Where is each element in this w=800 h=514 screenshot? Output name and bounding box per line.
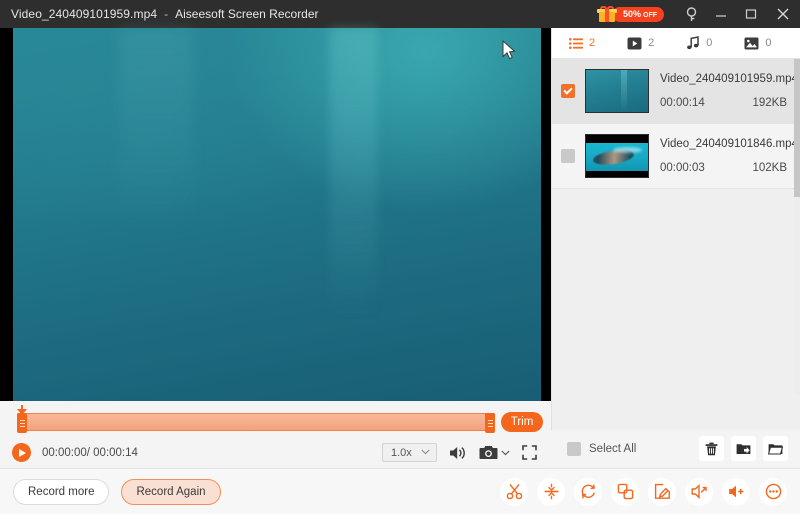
trim-button[interactable]: Trim xyxy=(501,412,543,432)
key-icon[interactable] xyxy=(676,0,706,28)
video-icon xyxy=(627,37,642,50)
tab-image-files[interactable]: 0 xyxy=(739,28,776,59)
bottom-toolbar: Record more Record Again xyxy=(0,468,800,514)
tool-shortcuts xyxy=(500,477,787,506)
export-button[interactable] xyxy=(731,436,756,461)
volume-boost-tool-button[interactable] xyxy=(722,477,750,506)
list-scrollbar[interactable] xyxy=(794,59,800,395)
tab-audio-files-count: 0 xyxy=(706,37,713,49)
ellipsis-icon xyxy=(765,483,782,500)
playback-bar: 00:00:00/ 00:00:14 1.0x xyxy=(0,437,551,468)
media-list-panel: 2 2 0 0 Video_240409101959.mp4 00:00:14 … xyxy=(551,28,800,430)
discount-off-label: OFF xyxy=(643,11,657,19)
compress-icon xyxy=(543,483,560,500)
playback-speed-value: 1.0x xyxy=(391,446,412,459)
media-file-list[interactable]: Video_240409101959.mp4 00:00:14 192KB Vi… xyxy=(552,59,800,395)
app-name: Aiseesoft Screen Recorder xyxy=(175,7,319,21)
list-item[interactable]: Video_240409101846.mp4 00:00:03 102KB xyxy=(552,124,800,189)
mouse-cursor xyxy=(502,40,518,62)
scissors-icon xyxy=(506,483,523,500)
tab-video-files[interactable]: 2 xyxy=(622,28,659,59)
snapshot-button[interactable] xyxy=(479,445,510,460)
list-actions xyxy=(699,436,788,461)
tab-audio-files[interactable]: 0 xyxy=(681,28,717,59)
trim-handle-end[interactable] xyxy=(485,413,495,433)
playback-controls: 1.0x xyxy=(382,443,537,462)
pencil-square-icon xyxy=(654,483,671,500)
select-all-checkbox[interactable] xyxy=(567,441,581,456)
discount-badge: 50% OFF xyxy=(611,6,664,22)
item-meta: Video_240409101959.mp4 00:00:14 192KB xyxy=(660,73,800,109)
title-bar: Video_240409101959.mp4 - Aiseesoft Scree… xyxy=(0,0,800,28)
scrollbar-thumb[interactable] xyxy=(794,59,800,197)
item-duration: 00:00:14 xyxy=(660,97,705,109)
volume-plus-icon xyxy=(728,483,745,500)
camera-icon xyxy=(479,445,498,460)
fullscreen-button[interactable] xyxy=(522,445,537,460)
record-more-button[interactable]: Record more xyxy=(13,478,110,505)
audio-extract-tool-button[interactable] xyxy=(685,477,713,506)
playback-speed-select[interactable]: 1.0x xyxy=(382,443,437,462)
item-file-name: Video_240409101959.mp4 xyxy=(660,73,798,85)
trim-handle-start[interactable] xyxy=(17,413,27,433)
merge-tool-button[interactable] xyxy=(611,477,639,506)
select-all-bar: Select All xyxy=(551,430,800,467)
volume-button[interactable] xyxy=(449,445,467,461)
item-thumbnail xyxy=(585,69,649,113)
tab-all-files-count: 2 xyxy=(589,37,596,49)
merge-icon xyxy=(617,483,634,500)
audio-out-icon xyxy=(691,483,708,500)
underwater-light-1 xyxy=(329,28,378,319)
window-file-name: Video_240409101959.mp4 xyxy=(11,7,158,21)
trim-track[interactable] xyxy=(17,413,495,433)
tab-all-files[interactable]: 2 xyxy=(564,28,600,59)
item-checkbox[interactable] xyxy=(561,84,575,98)
window-controls: 50% OFF xyxy=(596,0,800,28)
item-checkbox[interactable] xyxy=(561,149,575,163)
list-icon xyxy=(569,37,583,49)
chevron-down-icon xyxy=(421,449,430,455)
video-canvas[interactable] xyxy=(13,28,541,401)
item-thumbnail xyxy=(585,134,649,178)
item-meta: Video_240409101846.mp4 00:00:03 102KB xyxy=(660,138,800,174)
timeline-playhead[interactable] xyxy=(15,405,29,415)
promo-banner[interactable]: 50% OFF xyxy=(596,5,664,23)
chevron-down-icon xyxy=(501,450,510,456)
open-folder-button[interactable] xyxy=(763,436,788,461)
list-item[interactable]: Video_240409101959.mp4 00:00:14 192KB xyxy=(552,59,800,124)
more-tools-button[interactable] xyxy=(759,477,787,506)
trim-tool-button[interactable] xyxy=(500,477,528,506)
convert-tool-button[interactable] xyxy=(574,477,602,506)
video-preview-stage[interactable] xyxy=(0,28,551,401)
close-button[interactable] xyxy=(766,0,800,28)
item-size: 102KB xyxy=(752,162,787,174)
compress-tool-button[interactable] xyxy=(537,477,565,506)
image-icon xyxy=(744,37,759,50)
trim-timeline[interactable]: Trim xyxy=(0,401,551,437)
tab-image-files-count: 0 xyxy=(765,37,772,49)
rotate-icon xyxy=(580,483,597,500)
record-again-button[interactable]: Record Again xyxy=(121,478,221,505)
select-all-label: Select All xyxy=(589,442,637,455)
screen-recorder-window: Video_240409101959.mp4 - Aiseesoft Scree… xyxy=(0,0,800,514)
edit-tool-button[interactable] xyxy=(648,477,676,506)
tab-video-files-count: 2 xyxy=(648,37,655,49)
discount-percent: 50% xyxy=(622,8,641,19)
music-icon xyxy=(686,36,700,50)
underwater-light-2 xyxy=(118,28,193,234)
maximize-button[interactable] xyxy=(736,0,766,28)
item-duration: 00:00:03 xyxy=(660,162,705,174)
delete-button[interactable] xyxy=(699,436,724,461)
item-size: 192KB xyxy=(752,97,787,109)
gift-icon xyxy=(596,5,617,23)
play-button[interactable] xyxy=(12,443,31,462)
item-file-name: Video_240409101846.mp4 xyxy=(660,138,798,150)
media-tabs: 2 2 0 0 xyxy=(552,28,800,59)
time-display: 00:00:00/ 00:00:14 xyxy=(42,446,138,459)
minimize-button[interactable] xyxy=(706,0,736,28)
title-separator: - xyxy=(164,7,169,21)
